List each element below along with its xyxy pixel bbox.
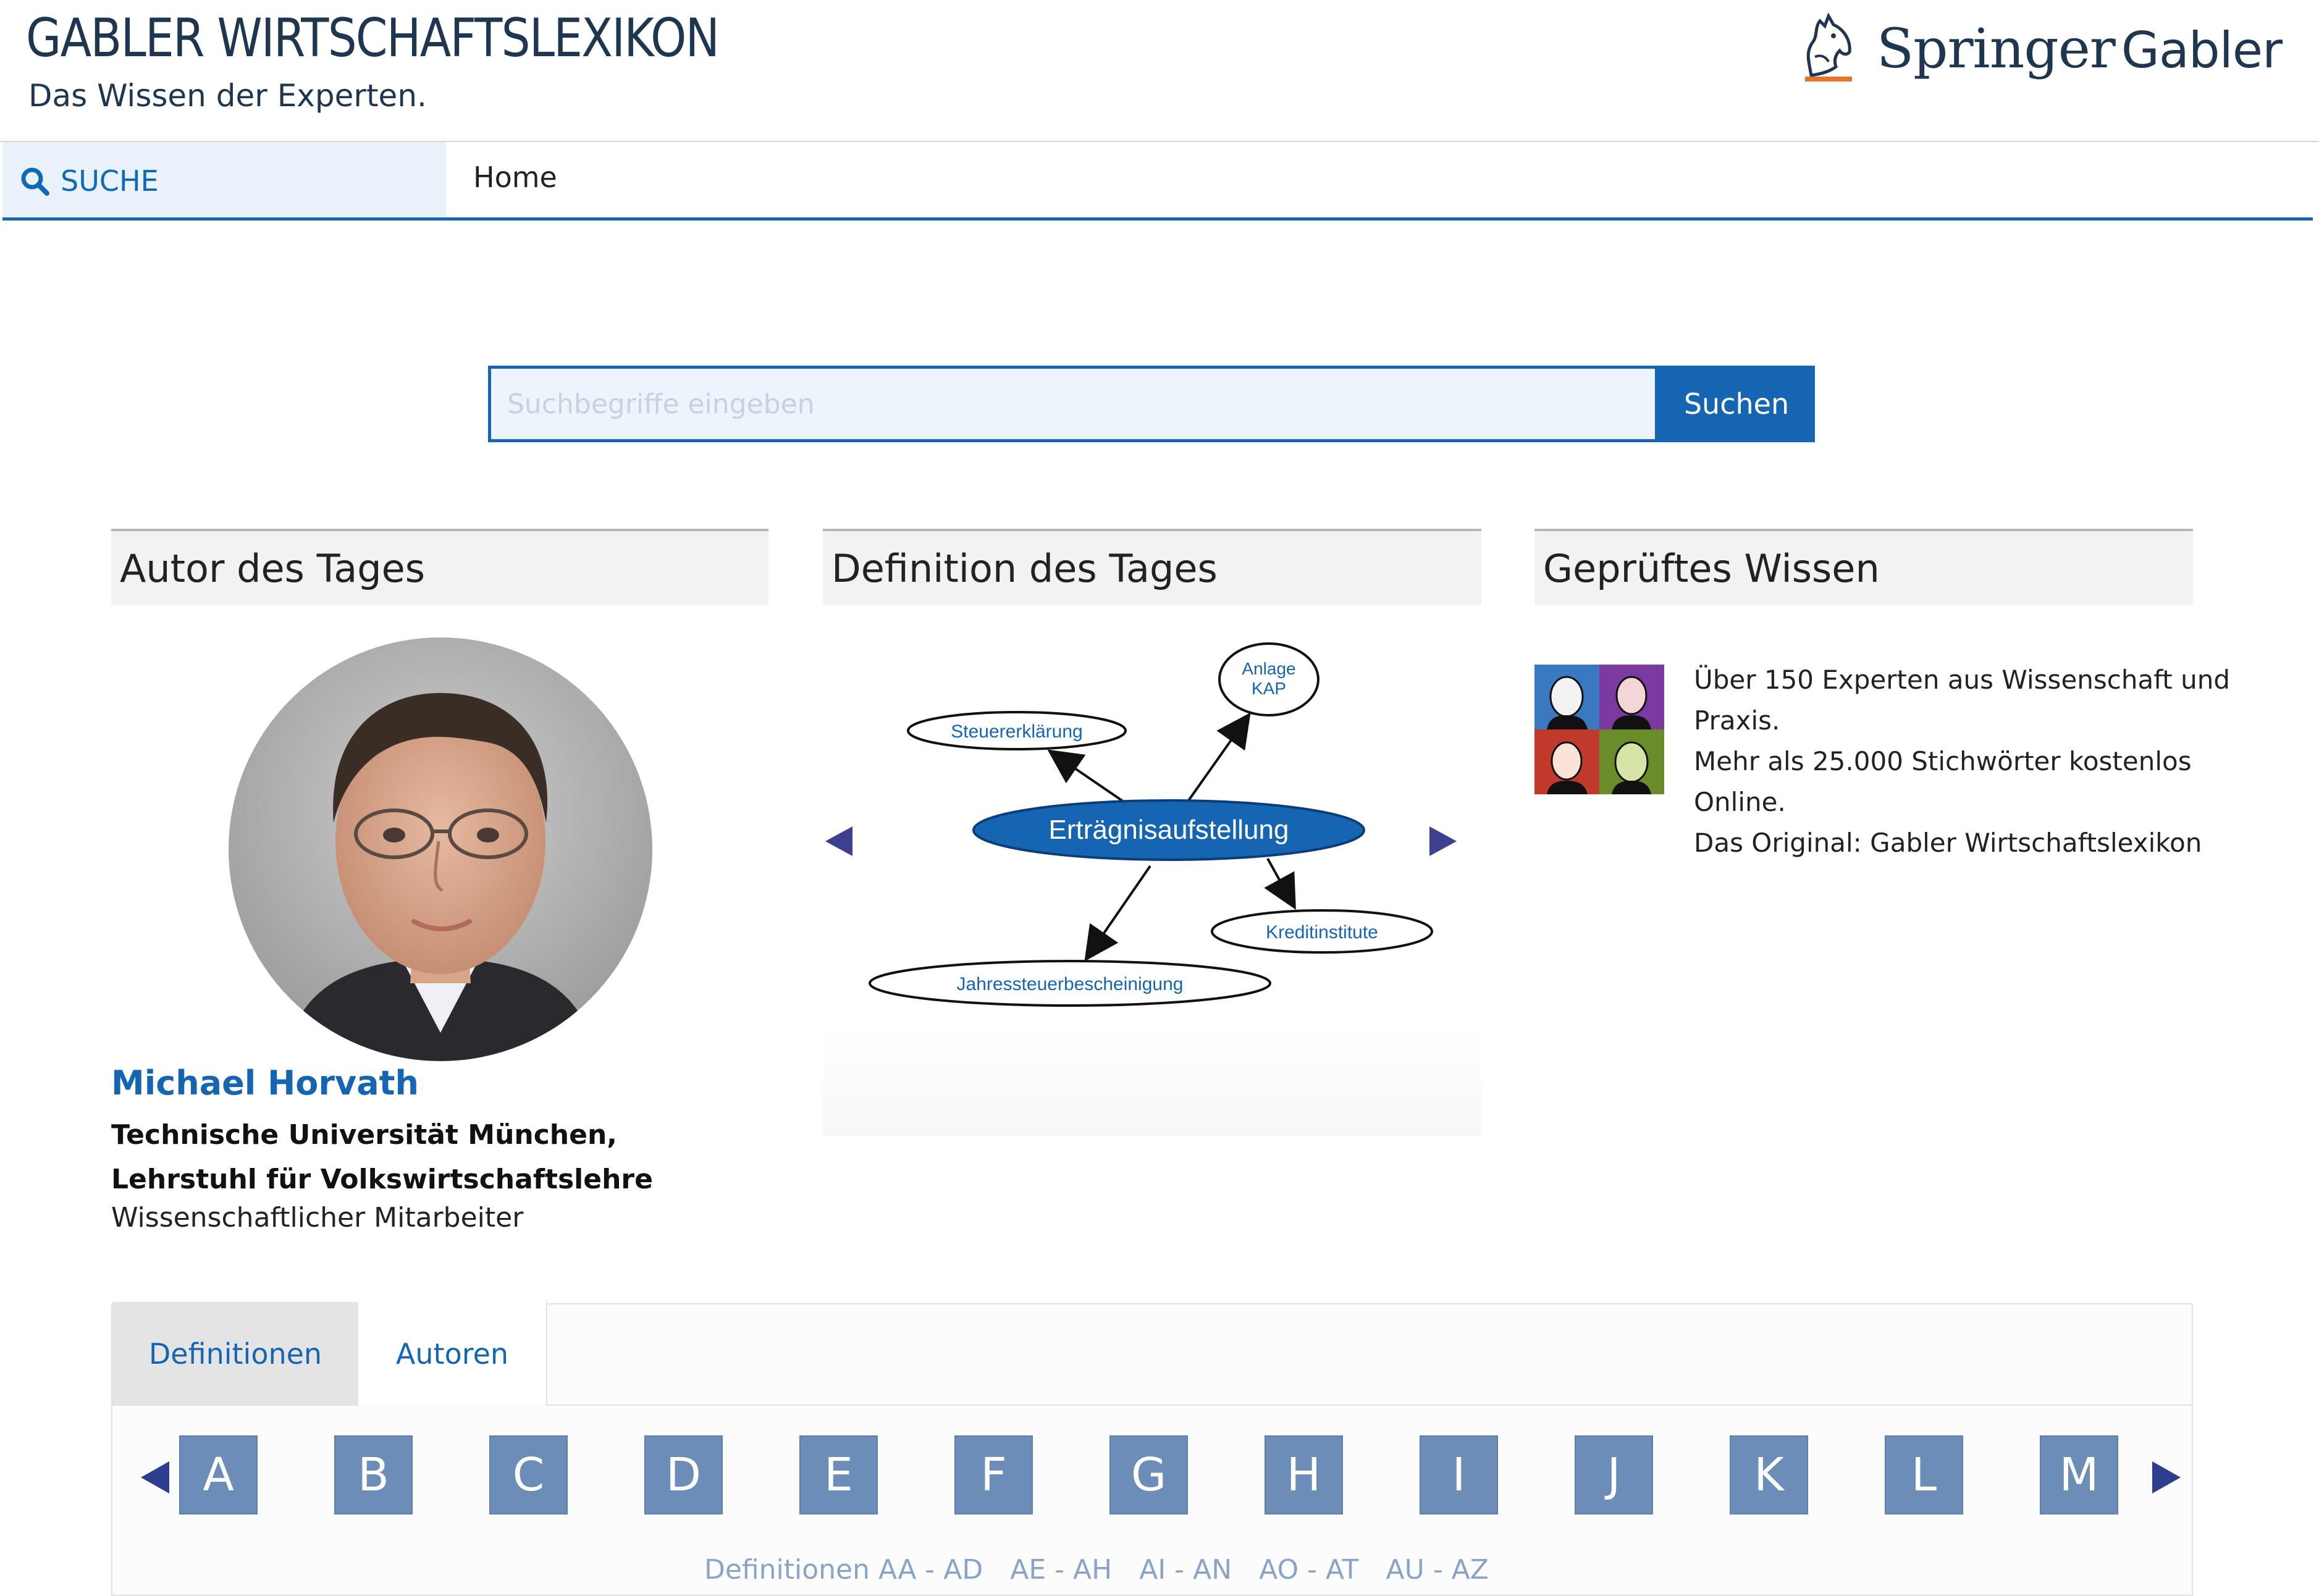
search-bar: Suchen <box>488 366 1815 442</box>
verified-line: Mehr als 25.000 Stichwörter kostenlos <box>1694 746 2192 776</box>
node-kreditinstitute[interactable]: Kreditinstitute <box>1266 922 1378 943</box>
author-of-day-heading: Autor des Tages <box>111 529 768 605</box>
definition-ranges: Definitionen AA - AD AE - AH AI - AN AO … <box>704 1554 1489 1586</box>
definition-of-day-heading: Definition des Tages <box>823 529 1481 605</box>
letter-i[interactable]: I <box>1420 1435 1498 1514</box>
tab-autoren[interactable]: Autoren <box>358 1302 547 1406</box>
range-link[interactable]: AE - AH <box>1010 1554 1112 1586</box>
letter-f[interactable]: F <box>954 1435 1033 1514</box>
definition-next-arrow[interactable] <box>1429 826 1457 856</box>
search-input[interactable] <box>488 366 1658 442</box>
node-jahressteuerbescheinigung[interactable]: Jahressteuerbescheinigung <box>957 974 1184 994</box>
publisher-logo[interactable]: Springer Gabler <box>1793 11 2283 85</box>
letter-k[interactable]: K <box>1730 1435 1808 1514</box>
range-link[interactable]: AO - AT <box>1259 1554 1358 1586</box>
author-portrait[interactable] <box>229 637 652 1061</box>
verified-line: Praxis. <box>1694 705 1780 736</box>
verified-knowledge-text: Über 150 Experten aus Wissenschaft und P… <box>1694 660 2230 863</box>
letter-d[interactable]: D <box>644 1435 723 1514</box>
definition-prev-arrow[interactable] <box>825 826 852 856</box>
letter-e[interactable]: E <box>799 1435 878 1514</box>
author-institution: Technische Universität München, Lehrstuh… <box>111 1119 653 1195</box>
letter-l[interactable]: L <box>1885 1435 1963 1514</box>
search-icon <box>21 167 49 196</box>
site-title[interactable]: GABLER WIRTSCHAFTSLEXIKON <box>26 7 720 69</box>
letter-m[interactable]: M <box>2040 1435 2118 1514</box>
search-button[interactable]: Suchen <box>1658 366 1815 442</box>
letter-g[interactable]: G <box>1109 1435 1188 1514</box>
node-center[interactable]: Erträgnisaufstellung <box>1049 815 1289 845</box>
publisher-name: Springer <box>1876 16 2116 80</box>
verified-line: Das Original: Gabler Wirtschaftslexikon <box>1694 828 2202 858</box>
verified-knowledge-heading: Geprüftes Wissen <box>1534 529 2193 605</box>
node-anlage-kap-line2[interactable]: KAP <box>1252 679 1286 698</box>
author-name-link[interactable]: Michael Horvath <box>111 1064 419 1102</box>
verified-line: Online. <box>1694 787 1786 817</box>
letter-c[interactable]: C <box>489 1435 568 1514</box>
letter-j[interactable]: J <box>1575 1435 1653 1514</box>
definition-graph[interactable]: Steuererklärung Anlage KAP Erträgnisaufs… <box>823 618 1481 1136</box>
nav-divider <box>2 217 2313 220</box>
author-role: Wissenschaftlicher Mitarbeiter <box>111 1202 524 1233</box>
range-link[interactable]: AU - AZ <box>1386 1554 1489 1586</box>
letters-prev-arrow[interactable] <box>141 1461 169 1493</box>
range-link[interactable]: Definitionen AA - AD <box>704 1554 983 1586</box>
tab-definitionen[interactable]: Definitionen <box>112 1302 358 1406</box>
site-subtitle: Das Wissen der Experten. <box>28 78 427 114</box>
publisher-suffix: Gabler <box>2121 21 2283 79</box>
letters-next-arrow[interactable] <box>2152 1461 2181 1493</box>
node-anlage-kap-line1[interactable]: Anlage <box>1242 659 1295 678</box>
letter-b[interactable]: B <box>334 1435 413 1514</box>
nav-home-link[interactable]: Home <box>473 161 557 194</box>
letter-index: A B C D E F G H I J K L M <box>179 1435 2118 1514</box>
springer-horse-icon <box>1804 12 1852 82</box>
nav-search-tab[interactable]: SUCHE <box>2 142 446 220</box>
experts-collage-image <box>1534 665 1664 794</box>
verified-line: Über 150 Experten aus Wissenschaft und <box>1694 665 2230 695</box>
node-steuererklaerung[interactable]: Steuererklärung <box>951 721 1082 742</box>
tab-divider <box>547 1405 2193 1406</box>
main-nav: SUCHE Home <box>0 141 2319 221</box>
letter-h[interactable]: H <box>1265 1435 1343 1514</box>
range-link[interactable]: AI - AN <box>1139 1554 1232 1586</box>
nav-search-label: SUCHE <box>61 164 159 198</box>
letter-a[interactable]: A <box>179 1435 258 1514</box>
